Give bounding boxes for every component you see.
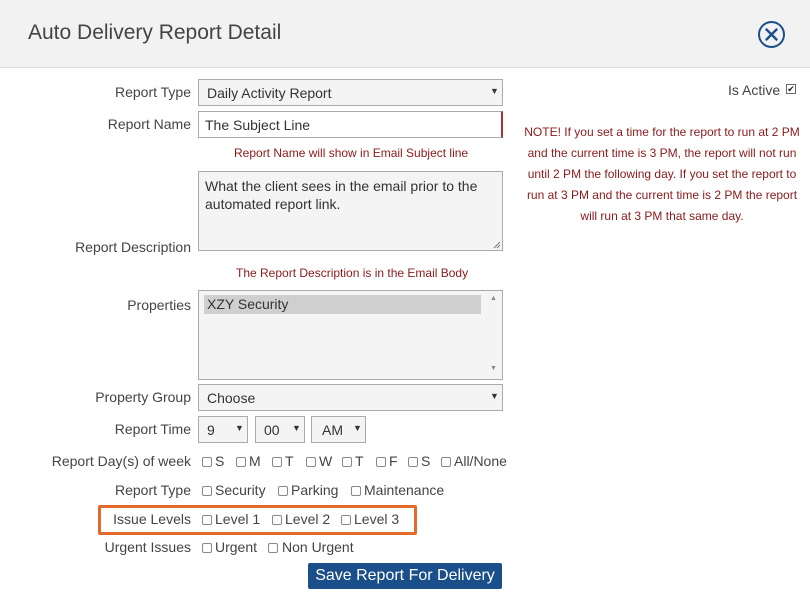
security-checkbox[interactable] <box>202 486 212 496</box>
day-label: T <box>285 453 294 469</box>
list-item[interactable]: XZY Security <box>204 295 481 314</box>
report-type-label: Report Type <box>114 84 191 100</box>
resize-handle-icon[interactable] <box>493 241 501 249</box>
dialog-header: Auto Delivery Report Detail <box>0 0 810 68</box>
issue-levels-highlight <box>98 505 417 535</box>
day-checkbox[interactable] <box>272 457 282 467</box>
ampm-select[interactable]: AM ▼ <box>311 416 366 443</box>
day-checkbox[interactable] <box>202 457 212 467</box>
report-description-value: What the client sees in the email prior … <box>205 178 478 212</box>
chevron-down-icon: ▼ <box>490 391 499 401</box>
ampm-value: AM <box>322 422 343 438</box>
parking-checkbox[interactable] <box>278 486 288 496</box>
save-report-label: Save Report For Delivery <box>315 567 495 584</box>
scroll-up-icon[interactable]: ▲ <box>490 295 497 302</box>
non-urgent-checkbox[interactable] <box>268 543 278 553</box>
hour-value: 9 <box>207 422 215 438</box>
dialog-title: Auto Delivery Report Detail <box>28 21 282 44</box>
day-label: M <box>249 453 261 469</box>
day-checkbox[interactable] <box>342 457 352 467</box>
properties-label: Properties <box>127 297 191 313</box>
close-icon[interactable] <box>758 21 785 48</box>
day-checkbox[interactable] <box>236 457 246 467</box>
report-description-hint: The Report Description is in the Email B… <box>236 266 469 280</box>
day-checkbox[interactable] <box>408 457 418 467</box>
report-name-input[interactable]: The Subject Line <box>198 111 503 138</box>
minute-value: 00 <box>264 422 280 438</box>
parking-label: Parking <box>291 482 339 498</box>
day-checkbox[interactable] <box>306 457 316 467</box>
list-item-label: XZY Security <box>207 296 289 312</box>
report-type-value: Daily Activity Report <box>207 85 332 101</box>
property-group-select[interactable]: Choose ▼ <box>198 384 503 411</box>
maintenance-label: Maintenance <box>364 482 445 498</box>
properties-listbox[interactable]: XZY Security ▲ ▼ <box>198 290 503 380</box>
chevron-down-icon: ▼ <box>292 423 301 433</box>
report-description-label: Report Description <box>75 239 191 255</box>
urgent-checkbox[interactable] <box>202 543 212 553</box>
chevron-down-icon: ▼ <box>353 423 362 433</box>
report-days-label: Report Day(s) of week <box>51 453 191 469</box>
chevron-down-icon: ▼ <box>490 86 499 96</box>
security-label: Security <box>215 482 266 498</box>
schedule-note: NOTE! If you set a time for the report t… <box>524 125 800 223</box>
minute-select[interactable]: 00 ▼ <box>255 416 305 443</box>
day-label: F <box>389 453 398 469</box>
scrollbar[interactable]: ▲ ▼ <box>485 291 502 379</box>
day-label: W <box>319 453 333 469</box>
report-name-value: The Subject Line <box>205 117 311 133</box>
day-checkbox[interactable] <box>376 457 386 467</box>
is-active-checkbox[interactable]: ✔ <box>786 84 796 94</box>
day-label: S <box>421 453 431 469</box>
day-label: T <box>355 453 364 469</box>
report-description-textarea[interactable]: What the client sees in the email prior … <box>198 171 503 251</box>
report-type-filter-label: Report Type <box>114 482 191 498</box>
scroll-down-icon[interactable]: ▼ <box>490 365 497 372</box>
urgent-issues-label: Urgent Issues <box>104 539 191 555</box>
report-type-select[interactable]: Daily Activity Report ▼ <box>198 79 503 106</box>
report-name-label: Report Name <box>107 116 191 132</box>
non-urgent-label: Non Urgent <box>282 539 354 555</box>
day-label: S <box>215 453 225 469</box>
hour-select[interactable]: 9 ▼ <box>198 416 248 443</box>
urgent-label: Urgent <box>215 539 258 555</box>
is-active-label: Is Active <box>728 82 781 98</box>
chevron-down-icon: ▼ <box>235 423 244 433</box>
property-group-value: Choose <box>207 390 256 406</box>
property-group-label: Property Group <box>95 389 191 405</box>
save-report-button[interactable]: Save Report For Delivery <box>308 563 502 589</box>
all-none-label: All/None <box>454 453 507 469</box>
report-name-hint: Report Name will show in Email Subject l… <box>234 146 469 160</box>
report-time-label: Report Time <box>114 421 191 437</box>
maintenance-checkbox[interactable] <box>351 486 361 496</box>
all-none-checkbox[interactable] <box>441 457 451 467</box>
